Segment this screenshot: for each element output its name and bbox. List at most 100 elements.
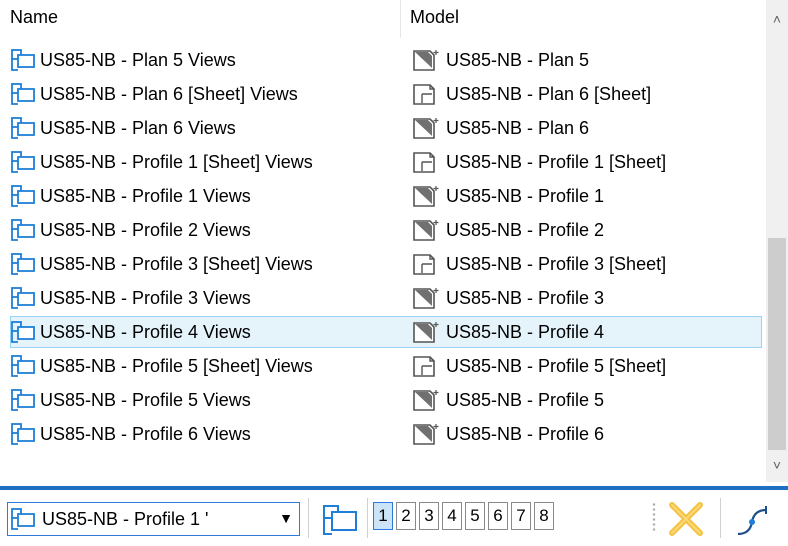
- row-name-cell[interactable]: US85-NB - Plan 5 Views: [10, 48, 236, 72]
- row-name-cell[interactable]: US85-NB - Plan 6 [Sheet] Views: [10, 82, 298, 106]
- row-name-cell[interactable]: US85-NB - Profile 5 Views: [10, 388, 251, 412]
- row-name-label: US85-NB - Plan 6 [Sheet] Views: [40, 83, 298, 104]
- row-name-label: US85-NB - Profile 3 Views: [40, 287, 251, 308]
- row-model-cell[interactable]: US85-NB - Profile 1 [Sheet]: [410, 150, 666, 174]
- row-name-cell[interactable]: US85-NB - Profile 3 [Sheet] Views: [10, 252, 313, 276]
- table-row[interactable]: US85-NB - Profile 4 Views US85-NB - Profi…: [0, 316, 766, 350]
- row-name-cell[interactable]: US85-NB - Profile 1 [Sheet] Views: [10, 150, 313, 174]
- combo-value: US85-NB - Profile 1 ': [42, 508, 209, 529]
- saved-view-icon: [11, 508, 35, 530]
- row-name-label: US85-NB - Profile 6 Views: [40, 423, 251, 444]
- row-name-cell[interactable]: US85-NB - Plan 6 Views: [10, 116, 236, 140]
- design-model-icon: [413, 50, 439, 71]
- row-name-label: US85-NB - Profile 5 [Sheet] Views: [40, 355, 313, 376]
- saved-view-icon: [11, 287, 35, 309]
- saved-view-combo[interactable]: US85-NB - Profile 1 ' ▼: [7, 502, 300, 536]
- row-name-cell[interactable]: US85-NB - Profile 3 Views: [10, 286, 251, 310]
- row-name-cell[interactable]: US85-NB - Profile 1 Views: [10, 184, 251, 208]
- row-model-cell[interactable]: US85-NB - Profile 2: [410, 218, 604, 242]
- toolbar-separator: [367, 498, 368, 538]
- view-button-7[interactable]: 7: [511, 502, 531, 530]
- close-x-icon: [669, 502, 703, 536]
- row-model-cell[interactable]: US85-NB - Profile 1: [410, 184, 604, 208]
- row-model-cell[interactable]: US85-NB - Profile 3: [410, 286, 604, 310]
- apply-tool-icon: [737, 506, 767, 536]
- row-model-label: US85-NB - Plan 6: [446, 117, 590, 138]
- saved-view-icon: [11, 423, 35, 445]
- row-model-cell[interactable]: US85-NB - Plan 5: [410, 48, 589, 72]
- view-button-6[interactable]: 6: [488, 502, 508, 530]
- toolbar-separator: [308, 498, 309, 538]
- table-row[interactable]: US85-NB - Profile 1 Views US85-NB - Profi…: [0, 180, 766, 214]
- saved-view-icon: [11, 253, 35, 275]
- view-button-2[interactable]: 2: [396, 502, 416, 530]
- sheet-model-icon: [413, 254, 435, 275]
- row-name-cell[interactable]: US85-NB - Profile 6 Views: [10, 422, 251, 446]
- row-name-cell[interactable]: US85-NB - Profile 2 Views: [10, 218, 251, 242]
- row-model-label: US85-NB - Profile 5 [Sheet]: [446, 355, 667, 376]
- row-name-label: US85-NB - Profile 5 Views: [40, 389, 251, 410]
- table-row[interactable]: US85-NB - Profile 5 [Sheet] Views US85-NB…: [0, 350, 766, 384]
- table-row[interactable]: US85-NB - Profile 3 [Sheet] Views US85-NB…: [0, 248, 766, 282]
- row-name-cell[interactable]: US85-NB - Profile 5 [Sheet] Views: [10, 354, 313, 378]
- column-header-model[interactable]: Model: [410, 7, 459, 28]
- row-model-label: US85-NB - Profile 1: [446, 185, 605, 206]
- row-name-label: US85-NB - Plan 6 Views: [40, 117, 236, 138]
- table-row[interactable]: US85-NB - Plan 6 [Sheet] Views US85-NB - …: [0, 78, 766, 112]
- design-model-icon: [413, 186, 439, 207]
- scroll-down-arrow-icon[interactable]: ˅: [766, 454, 788, 476]
- saved-view-icon: [11, 151, 35, 173]
- saved-view-large-icon: [323, 505, 357, 535]
- design-model-icon: [413, 390, 439, 411]
- column-separator[interactable]: [400, 0, 401, 38]
- toolbar-top-border: [0, 486, 788, 490]
- design-model-icon: [413, 220, 439, 241]
- vertical-scrollbar[interactable]: ˄ ˅: [766, 0, 788, 482]
- row-model-label: US85-NB - Profile 3 [Sheet]: [446, 253, 667, 274]
- table-row[interactable]: US85-NB - Plan 5 Views US85-NB - Plan 5: [0, 44, 766, 78]
- row-name-label: US85-NB - Profile 2 Views: [40, 219, 251, 240]
- row-model-label: US85-NB - Plan 6 [Sheet]: [446, 83, 652, 104]
- scroll-thumb[interactable]: [768, 238, 786, 450]
- view-button-1[interactable]: 1: [373, 502, 393, 530]
- apply-tool-button[interactable]: [732, 500, 776, 540]
- close-button[interactable]: [664, 497, 708, 541]
- column-header-name[interactable]: Name: [10, 7, 58, 28]
- dropdown-arrow-icon[interactable]: ▼: [279, 510, 293, 526]
- saved-view-toggle-button[interactable]: [318, 500, 362, 538]
- table-row[interactable]: US85-NB - Plan 6 Views US85-NB - Plan 6: [0, 112, 766, 146]
- row-model-cell[interactable]: US85-NB - Profile 5: [410, 388, 604, 412]
- table-row[interactable]: US85-NB - Profile 6 Views US85-NB - Profi…: [0, 418, 766, 452]
- row-model-cell[interactable]: US85-NB - Profile 6: [410, 422, 604, 446]
- row-name-cell[interactable]: US85-NB - Profile 4 Views: [10, 320, 251, 344]
- row-model-cell[interactable]: US85-NB - Profile 5 [Sheet]: [410, 354, 666, 378]
- row-model-label: US85-NB - Profile 1 [Sheet]: [446, 151, 667, 172]
- row-model-cell[interactable]: US85-NB - Profile 3 [Sheet]: [410, 252, 666, 276]
- row-name-label: US85-NB - Profile 3 [Sheet] Views: [40, 253, 313, 274]
- table-row[interactable]: US85-NB - Profile 5 Views US85-NB - Profi…: [0, 384, 766, 418]
- table-row[interactable]: US85-NB - Profile 3 Views US85-NB - Profi…: [0, 282, 766, 316]
- table-row[interactable]: US85-NB - Profile 2 Views US85-NB - Profi…: [0, 214, 766, 248]
- view-button-3[interactable]: 3: [419, 502, 439, 530]
- scroll-up-arrow-icon[interactable]: ˄: [766, 8, 788, 30]
- saved-views-rows: US85-NB - Plan 5 Views US85-NB - Plan 5 US…: [0, 44, 766, 452]
- row-model-cell[interactable]: US85-NB - Plan 6 [Sheet]: [410, 82, 651, 106]
- row-model-cell[interactable]: US85-NB - Plan 6: [410, 116, 589, 140]
- saved-view-icon: [11, 389, 35, 411]
- row-model-label: US85-NB - Profile 2: [446, 219, 605, 240]
- row-name-label: US85-NB - Plan 5 Views: [40, 49, 236, 70]
- design-model-icon: [413, 322, 439, 343]
- toolbar-separator: [720, 498, 721, 538]
- saved-view-icon: [11, 117, 35, 139]
- row-model-label: US85-NB - Profile 4: [446, 321, 605, 342]
- table-row[interactable]: US85-NB - Profile 1 [Sheet] Views US85-NB…: [0, 146, 766, 180]
- view-button-4[interactable]: 4: [442, 502, 462, 530]
- row-name-label: US85-NB - Profile 1 Views: [40, 185, 251, 206]
- view-button-8[interactable]: 8: [534, 502, 554, 530]
- design-model-icon: [413, 118, 439, 139]
- view-button-5[interactable]: 5: [465, 502, 485, 530]
- row-model-cell[interactable]: US85-NB - Profile 4: [410, 320, 604, 344]
- list-header: Name Model: [0, 0, 766, 38]
- row-model-label: US85-NB - Plan 5: [446, 49, 590, 70]
- row-model-label: US85-NB - Profile 3: [446, 287, 605, 308]
